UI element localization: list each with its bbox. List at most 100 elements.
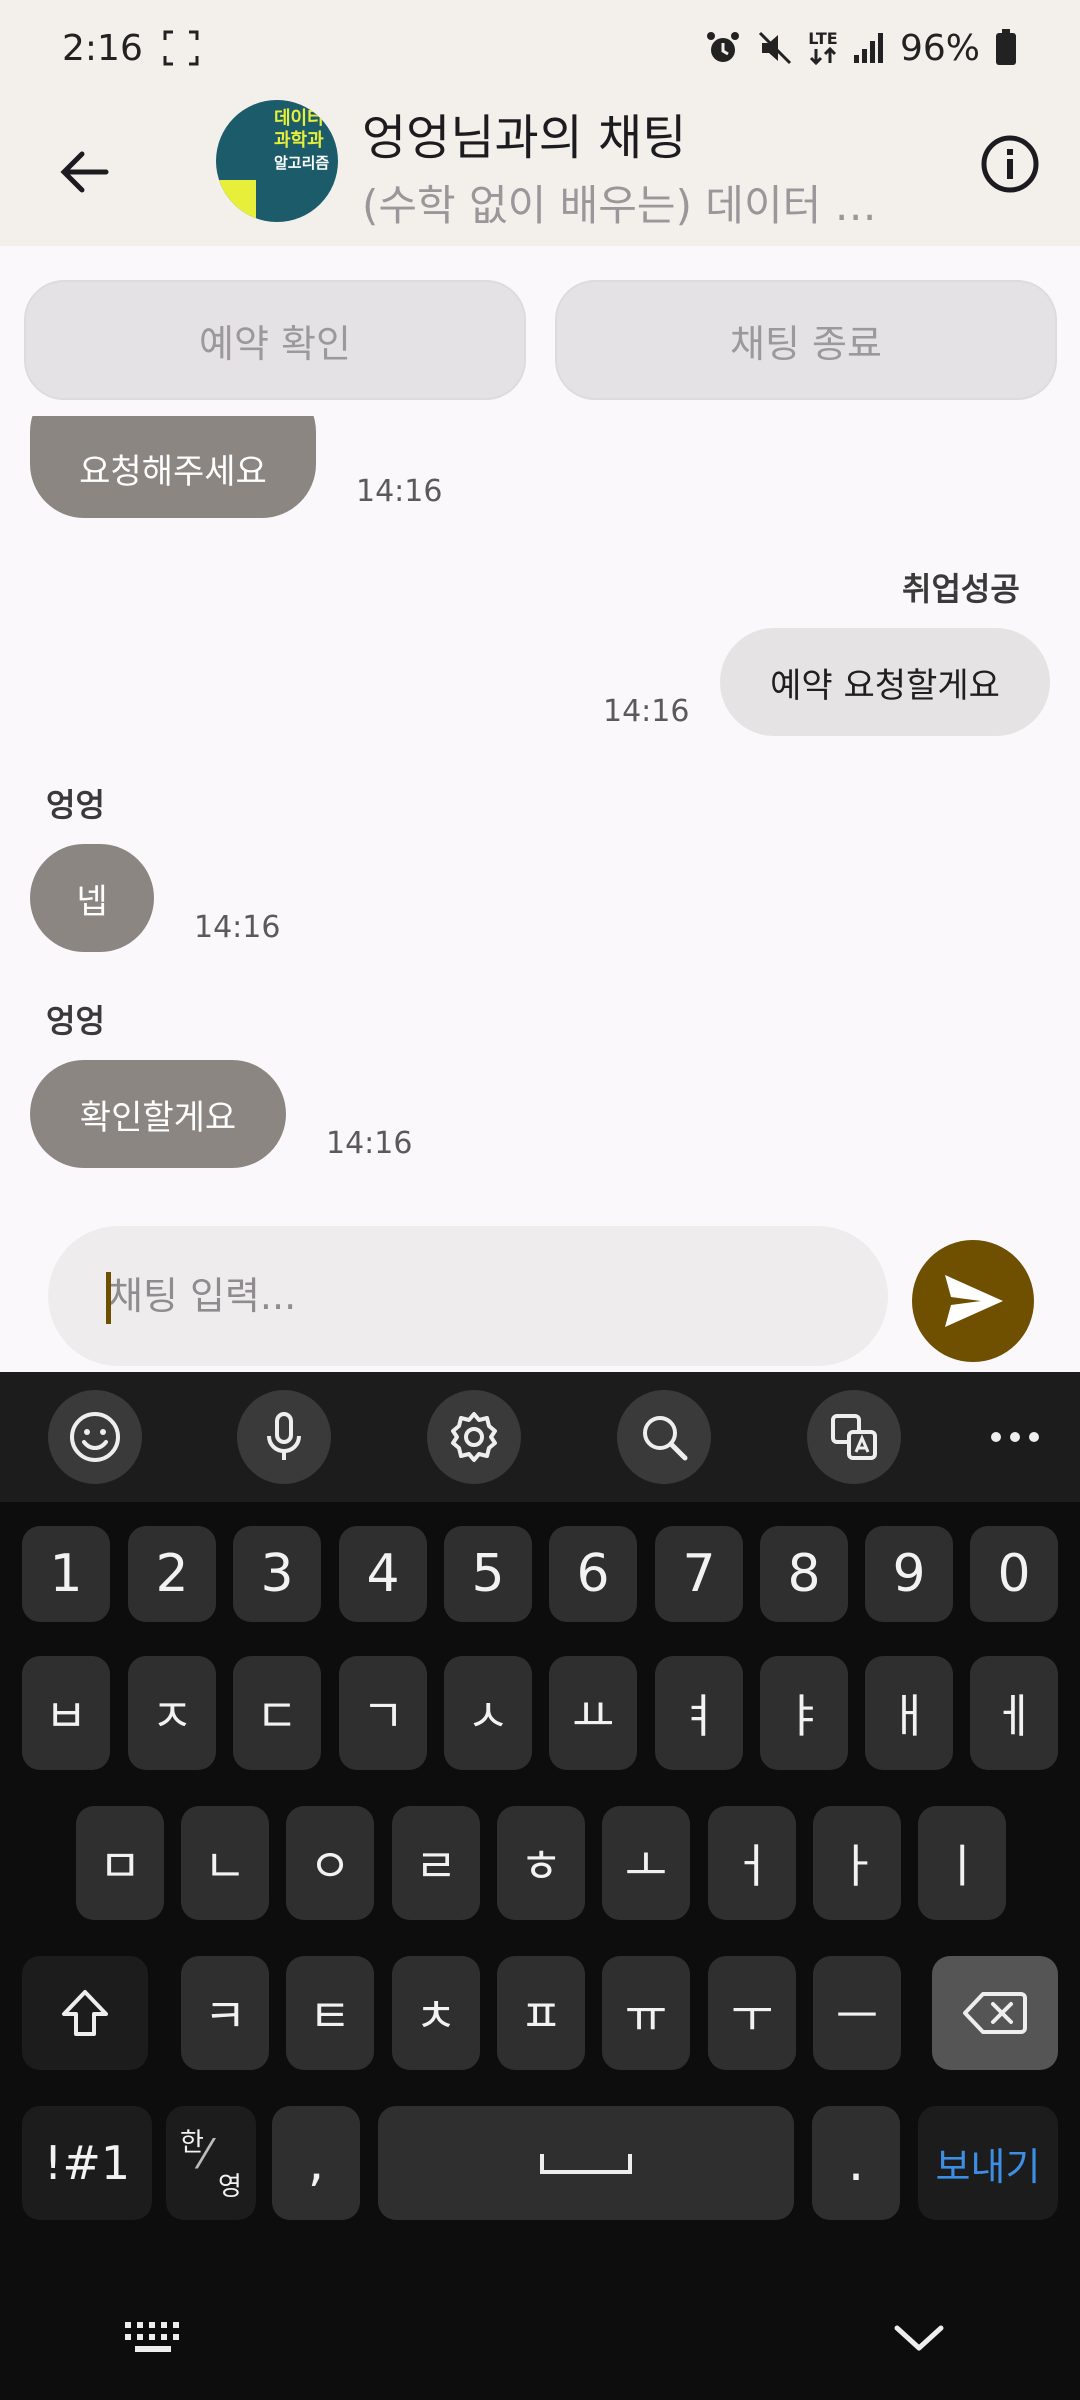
voice-input-button[interactable] bbox=[237, 1390, 331, 1484]
alarm-icon bbox=[704, 29, 742, 67]
battery-percent: 96% bbox=[899, 27, 980, 69]
message-time: 14:16 bbox=[194, 910, 281, 945]
key[interactable]: 6 bbox=[549, 1526, 637, 1622]
avatar-text-line: 데이터 bbox=[274, 108, 324, 129]
message-text: 넵 bbox=[76, 881, 108, 922]
space-key[interactable] bbox=[378, 2106, 794, 2220]
period-key[interactable]: . bbox=[812, 2106, 900, 2220]
end-chat-button[interactable]: 채팅 종료 bbox=[555, 280, 1057, 400]
key[interactable]: ㅡ bbox=[813, 1956, 901, 2070]
key[interactable]: ㅍ bbox=[497, 1956, 585, 2070]
shift-icon bbox=[62, 1990, 108, 2036]
hide-keyboard-button[interactable] bbox=[884, 2308, 954, 2368]
key[interactable]: ㅗ bbox=[602, 1806, 690, 1920]
key[interactable]: 2 bbox=[128, 1526, 216, 1622]
key[interactable]: ㄹ bbox=[392, 1806, 480, 1920]
keyboard-settings-button[interactable] bbox=[427, 1390, 521, 1484]
symbols-key[interactable]: !#1 bbox=[22, 2106, 152, 2220]
text-caret bbox=[106, 1272, 111, 1324]
back-button[interactable] bbox=[48, 136, 120, 208]
keyboard: 1 2 3 4 5 6 7 8 9 0 ㅂ ㅈ ㄷ ㄱ ㅅ ㅛ ㅕ ㅑ ㅐ ㅔ … bbox=[0, 1372, 1080, 2400]
avatar-text-line: 과학과 bbox=[274, 130, 324, 151]
sender-name: 취업성공 bbox=[902, 570, 1020, 608]
translate-button[interactable] bbox=[807, 1390, 901, 1484]
composer bbox=[0, 1226, 1080, 1372]
translate-icon bbox=[831, 1414, 877, 1460]
message-time: 14:16 bbox=[356, 474, 443, 509]
send-icon bbox=[945, 1275, 1003, 1327]
chat-actions: 예약 확인 채팅 종료 bbox=[0, 246, 1080, 416]
comma-key[interactable]: , bbox=[272, 2106, 360, 2220]
key[interactable]: ㅠ bbox=[602, 1956, 690, 2070]
more-icon bbox=[991, 1432, 1039, 1442]
key[interactable]: 9 bbox=[865, 1526, 953, 1622]
backspace-icon bbox=[963, 1992, 1027, 2034]
key[interactable]: ㅂ bbox=[22, 1656, 110, 1770]
more-button[interactable] bbox=[980, 1412, 1050, 1462]
avatar[interactable]: 데이터 과학과 알고리즘 bbox=[216, 100, 338, 222]
key[interactable]: ㅋ bbox=[181, 1956, 269, 2070]
key[interactable]: 4 bbox=[339, 1526, 427, 1622]
microphone-icon bbox=[267, 1412, 301, 1460]
key[interactable]: ㅅ bbox=[444, 1656, 532, 1770]
key[interactable]: ㅔ bbox=[970, 1656, 1058, 1770]
message-text: 확인할게요 bbox=[79, 1097, 237, 1138]
key[interactable]: ㄷ bbox=[233, 1656, 321, 1770]
key[interactable]: ㅛ bbox=[549, 1656, 637, 1770]
key[interactable]: 1 bbox=[22, 1526, 110, 1622]
info-button[interactable] bbox=[972, 126, 1048, 202]
screenshot-frame-icon bbox=[163, 30, 199, 66]
emoji-button[interactable] bbox=[48, 1390, 142, 1484]
backspace-key[interactable] bbox=[932, 1956, 1058, 2070]
status-bar: 2:16 LTE 96% bbox=[0, 0, 1080, 96]
key[interactable]: ㅁ bbox=[76, 1806, 164, 1920]
message-bubble-outgoing[interactable]: 예약 요청할게요 bbox=[720, 628, 1050, 736]
message-bubble-incoming[interactable]: 넵 bbox=[30, 844, 154, 952]
sender-name: 엉엉 bbox=[46, 786, 105, 824]
chat-input[interactable] bbox=[48, 1226, 888, 1366]
back-arrow-icon bbox=[60, 151, 109, 193]
message-list[interactable]: 요청해주세요 14:16 취업성공 예약 요청할게요 14:16 엉엉 넵 14… bbox=[0, 416, 1080, 1226]
key[interactable]: ㅣ bbox=[918, 1806, 1006, 1920]
send-key[interactable]: 보내기 bbox=[918, 2106, 1058, 2220]
key[interactable]: 5 bbox=[444, 1526, 532, 1622]
key[interactable]: ㅓ bbox=[708, 1806, 796, 1920]
key[interactable]: 0 bbox=[970, 1526, 1058, 1622]
key[interactable]: 7 bbox=[655, 1526, 743, 1622]
info-icon bbox=[981, 135, 1039, 193]
key[interactable]: 3 bbox=[233, 1526, 321, 1622]
page-subtitle: (수학 없이 배우는) 데이터 … bbox=[362, 181, 877, 230]
key[interactable]: ㅕ bbox=[655, 1656, 743, 1770]
keyboard-search-button[interactable] bbox=[617, 1390, 711, 1484]
key[interactable]: ㅐ bbox=[865, 1656, 953, 1770]
key[interactable]: ㅜ bbox=[708, 1956, 796, 2070]
status-time: 2:16 bbox=[62, 27, 143, 69]
book-cover-accent bbox=[216, 180, 256, 222]
key[interactable]: ㅑ bbox=[760, 1656, 848, 1770]
language-key[interactable]: 한 ⁄ 영 bbox=[166, 2106, 256, 2220]
space-icon bbox=[540, 2154, 632, 2174]
sender-name: 엉엉 bbox=[46, 1002, 105, 1040]
key[interactable]: 8 bbox=[760, 1526, 848, 1622]
confirm-reservation-button[interactable]: 예약 확인 bbox=[24, 280, 526, 400]
keyboard-switch-button[interactable] bbox=[116, 2308, 190, 2368]
key[interactable]: ㄱ bbox=[339, 1656, 427, 1770]
send-button[interactable] bbox=[912, 1240, 1034, 1362]
lang-korean-label: 한 bbox=[180, 2128, 204, 2158]
key[interactable]: ㅇ bbox=[286, 1806, 374, 1920]
battery-icon bbox=[994, 29, 1018, 67]
lang-english-label: 영 bbox=[218, 2172, 242, 2202]
key[interactable]: ㄴ bbox=[181, 1806, 269, 1920]
signal-icon bbox=[852, 31, 886, 65]
mute-icon bbox=[756, 29, 794, 67]
shift-key[interactable] bbox=[22, 1956, 148, 2070]
key[interactable]: ㅌ bbox=[286, 1956, 374, 2070]
key[interactable]: ㅎ bbox=[497, 1806, 585, 1920]
key[interactable]: ㅊ bbox=[392, 1956, 480, 2070]
settings-icon bbox=[451, 1412, 497, 1462]
key[interactable]: ㅏ bbox=[813, 1806, 901, 1920]
key[interactable]: ㅈ bbox=[128, 1656, 216, 1770]
message-bubble-incoming[interactable]: 확인할게요 bbox=[30, 1060, 286, 1168]
message-bubble-incoming[interactable]: 요청해주세요 bbox=[30, 416, 316, 518]
message-text: 예약 요청할게요 bbox=[770, 665, 1000, 706]
